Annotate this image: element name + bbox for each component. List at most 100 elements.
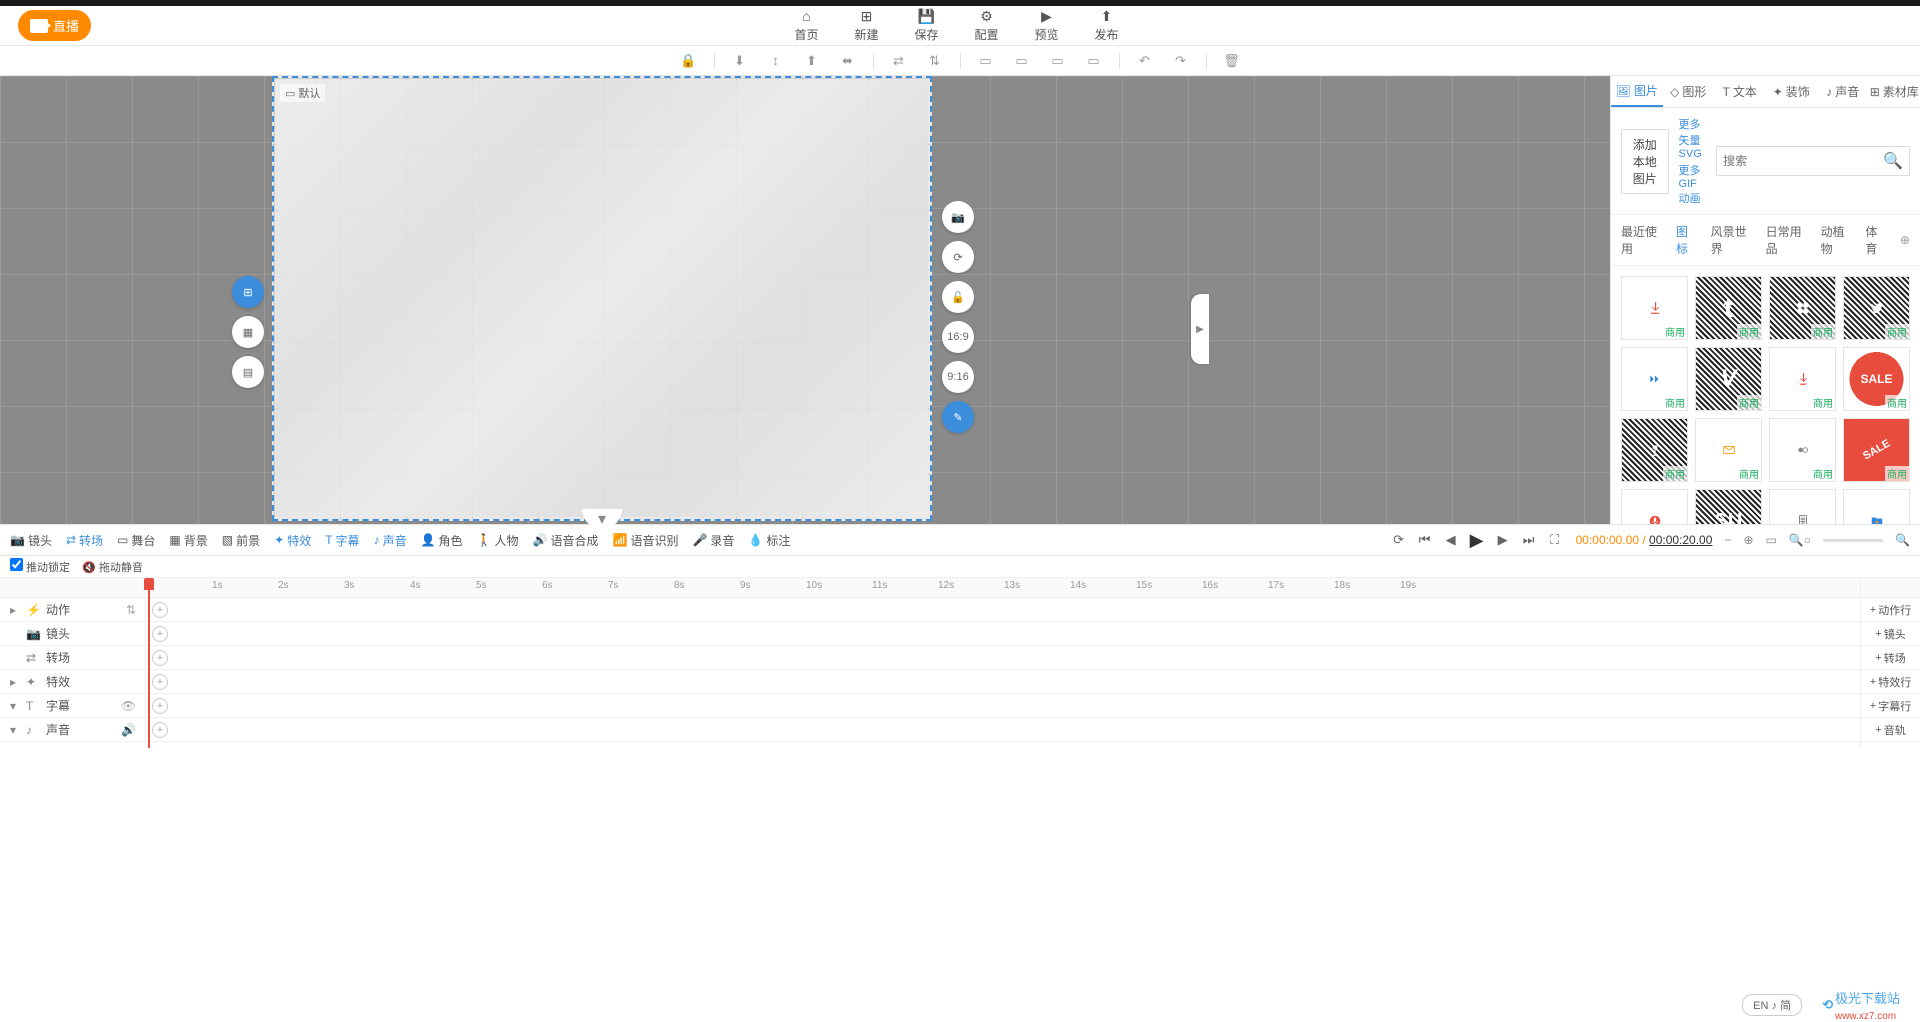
camera-tool[interactable]: 📷 (942, 201, 974, 233)
add-action[interactable]: + (152, 602, 168, 618)
asset-download[interactable]: 商用 (1621, 276, 1688, 340)
aspect-169[interactable]: 16:9 (942, 321, 974, 353)
bt-person[interactable]: 🚶人物 (477, 532, 519, 549)
expand-icon[interactable]: ▸ (10, 675, 20, 689)
more-gif-link[interactable]: 更多GIF动画 (1679, 162, 1707, 206)
track-sound[interactable]: ▾♪声音🔊 (0, 718, 146, 742)
nav-preview[interactable]: ▶预览 (1035, 8, 1059, 43)
cat-recent[interactable]: 最近使用 (1621, 223, 1662, 257)
tool-redo[interactable]: ↷ (1170, 50, 1192, 72)
asset-receipt[interactable]: 商用 (1769, 489, 1836, 524)
tool-undo[interactable]: ↶ (1134, 50, 1156, 72)
bt-camera[interactable]: 📷镜头 (10, 532, 52, 549)
frame-box[interactable]: ▭ (1766, 533, 1777, 547)
asset-arrows[interactable]: 商用 (1621, 347, 1688, 411)
track-camera[interactable]: 📷镜头 (0, 622, 146, 646)
add-camera-row[interactable]: + 镜头 (1861, 622, 1920, 646)
add-action-row[interactable]: + 动作行 (1861, 598, 1920, 622)
zoom-out[interactable]: − (1724, 533, 1731, 547)
nav-publish[interactable]: ⬆发布 (1095, 8, 1119, 43)
tab-sound[interactable]: ♪声音 (1817, 76, 1869, 107)
bt-sound[interactable]: ♪声音 (374, 532, 407, 549)
tool-layer3[interactable]: ▭ (1047, 50, 1069, 72)
add-sound[interactable]: + (152, 722, 168, 738)
add-local-image[interactable]: 添加本地图片 (1621, 129, 1669, 194)
tool-lock[interactable]: 🔒 (678, 50, 700, 72)
bt-fg[interactable]: ▧前景 (222, 532, 260, 549)
tab-shape[interactable]: ◇图形 (1663, 76, 1715, 107)
nav-config[interactable]: ⚙配置 (975, 8, 999, 43)
tool-align1[interactable]: ⬇ (729, 50, 751, 72)
tool-layer2[interactable]: ▭ (1011, 50, 1033, 72)
bt-transition[interactable]: ⇄转场 (66, 532, 103, 549)
edit-tool[interactable]: ✎ (942, 401, 974, 433)
timeline-area[interactable]: 1s2s3s4s5s6s7s8s9s10s11s12s13s14s15s16s1… (146, 578, 1860, 748)
tab-decor[interactable]: ✦装饰 (1766, 76, 1818, 107)
lock-checkbox[interactable] (10, 558, 23, 571)
cat-sport[interactable]: 体育 (1865, 223, 1886, 257)
cat-nature[interactable]: 动植物 (1821, 223, 1852, 257)
cat-icon[interactable]: 图标 (1676, 223, 1697, 257)
nav-save[interactable]: 💾保存 (914, 8, 938, 43)
tab-text[interactable]: T文本 (1714, 76, 1766, 107)
tab-library[interactable]: ⊞素材库 (1869, 76, 1920, 107)
add-subtitle-row[interactable]: + 字幕行 (1861, 694, 1920, 718)
tool-flip-v[interactable]: ⇅ (924, 50, 946, 72)
bt-role[interactable]: 👤角色 (421, 532, 463, 549)
lock-opt[interactable]: 推动锁定 (10, 558, 70, 575)
bt-stage[interactable]: ▭舞台 (117, 532, 155, 549)
asset-mic[interactable]: 商用 (1621, 489, 1688, 524)
search-box[interactable]: 🔍 (1716, 146, 1910, 176)
expand-icon[interactable]: ▸ (10, 603, 20, 617)
nav-new[interactable]: ⊞新建 (854, 8, 878, 43)
cat-scenery[interactable]: 风景世界 (1711, 223, 1752, 257)
asset-lamp[interactable]: 商用 (1621, 418, 1688, 482)
asset-windows[interactable]: 商用 (1769, 276, 1836, 340)
asset-mail[interactable]: 商用 (1695, 418, 1762, 482)
canvas[interactable]: ▭ 默认 ▾ (272, 76, 932, 521)
asset-twitter[interactable]: 商用 (1843, 276, 1910, 340)
track-effect[interactable]: ▸✦特效 (0, 670, 146, 694)
bt-tts[interactable]: 🔊语音合成 (533, 532, 599, 549)
unlock-tool[interactable]: 🔓 (942, 281, 974, 313)
live-button[interactable]: 直播 (18, 10, 91, 41)
collapse-icon[interactable]: ▾ (10, 699, 20, 713)
playhead[interactable] (148, 578, 150, 748)
track-subtitle[interactable]: ▾T字幕👁 (0, 694, 146, 718)
asset-vimeo[interactable]: V商用 (1695, 347, 1762, 411)
asset-stumble[interactable]: SU商用 (1695, 489, 1762, 524)
add-sound-row[interactable]: + 音轨 (1861, 718, 1920, 742)
aspect-916[interactable]: 9:16 (942, 361, 974, 393)
bt-subtitle[interactable]: T字幕 (325, 532, 359, 549)
bt-note[interactable]: 💧标注 (748, 532, 790, 549)
add-transition-row[interactable]: + 转场 (1861, 646, 1920, 670)
zoom-search2[interactable]: 🔍 (1895, 533, 1910, 547)
layout-1[interactable]: ▦ (232, 316, 264, 348)
tab-image[interactable]: 🖼图片 (1611, 76, 1663, 107)
bt-record[interactable]: 🎤录音 (692, 532, 734, 549)
asset-circles[interactable]: 商用 (1769, 418, 1836, 482)
zoom-search[interactable]: 🔍○ (1789, 533, 1811, 547)
sort-icon[interactable]: ⇅ (126, 603, 136, 617)
tool-layer1[interactable]: ▭ (975, 50, 997, 72)
canvas-stage[interactable]: ▭ 默认 ▾ ⊞ ▦ ▤ 📷 ⟳ 🔓 16:9 9:16 ✎ ▶ (0, 76, 1610, 524)
add-subtitle[interactable]: + (152, 698, 168, 714)
play-play[interactable]: ▶ (1468, 531, 1486, 549)
asset-download2[interactable]: 商用 (1769, 347, 1836, 411)
add-frame[interactable]: ⊕ (1743, 533, 1753, 547)
zoom-slider[interactable] (1823, 539, 1883, 542)
bt-effect[interactable]: ✦特效 (274, 532, 311, 549)
search-input[interactable] (1723, 154, 1878, 168)
tool-align3[interactable]: ⬆ (801, 50, 823, 72)
add-transition[interactable]: + (152, 650, 168, 666)
play-last[interactable]: ⏭ (1520, 531, 1538, 549)
tool-flip-h[interactable]: ⇄ (888, 50, 910, 72)
refresh-tool[interactable]: ⟳ (942, 241, 974, 273)
cat-daily[interactable]: 日常用品 (1766, 223, 1807, 257)
play-prev[interactable]: ◀ (1442, 531, 1460, 549)
nav-home[interactable]: ⌂首页 (794, 8, 818, 43)
asset-sale2[interactable]: SALE商用 (1843, 418, 1910, 482)
add-effect-row[interactable]: + 特效行 (1861, 670, 1920, 694)
add-camera[interactable]: + (152, 626, 168, 642)
eye-icon[interactable]: 👁 (121, 699, 136, 713)
